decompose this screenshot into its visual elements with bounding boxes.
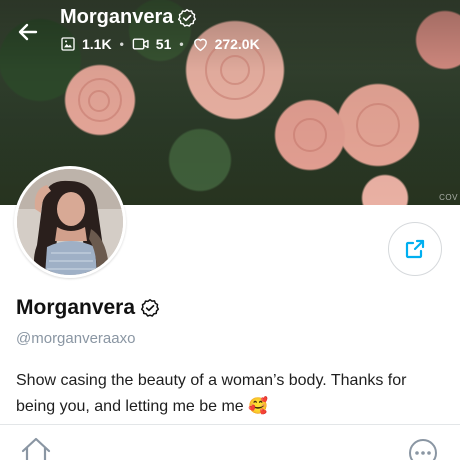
video-icon: [132, 38, 149, 50]
header-stats: 1.1K • 51 • 272.0K: [60, 36, 260, 52]
separator-dot: •: [119, 37, 124, 51]
cover-watermark: COV: [439, 193, 458, 202]
avatar-image: [17, 169, 123, 275]
verified-badge-icon: [140, 298, 160, 317]
username-handle: @morganveraaxo: [16, 330, 136, 347]
arrow-left-icon: [18, 23, 38, 41]
likes-count: 272.0K: [214, 36, 260, 52]
photos-count: 1.1K: [82, 36, 112, 52]
divider: [0, 424, 460, 425]
avatar[interactable]: [14, 166, 126, 278]
home-icon: [21, 437, 51, 460]
more-button[interactable]: [408, 438, 438, 460]
photos-stat[interactable]: 1.1K: [60, 36, 112, 52]
likes-stat: 272.0K: [192, 36, 260, 52]
heart-icon: [193, 38, 207, 52]
home-button[interactable]: [20, 436, 52, 460]
separator-dot: •: [179, 37, 184, 51]
display-name-row: Morganvera: [16, 296, 160, 320]
profile-bio: Show casing the beauty of a woman’s body…: [16, 372, 407, 415]
display-name: Morganvera: [16, 296, 136, 319]
back-button[interactable]: [14, 18, 42, 46]
image-icon: [61, 37, 75, 51]
share-icon: [405, 239, 425, 259]
header-title-row: Morganvera: [60, 6, 197, 29]
videos-count: 51: [155, 36, 172, 52]
videos-stat[interactable]: 51: [132, 36, 172, 52]
verified-badge-icon: [178, 8, 197, 27]
header-title: Morganvera: [60, 6, 174, 28]
more-icon: [409, 439, 437, 460]
share-button[interactable]: [388, 222, 442, 276]
